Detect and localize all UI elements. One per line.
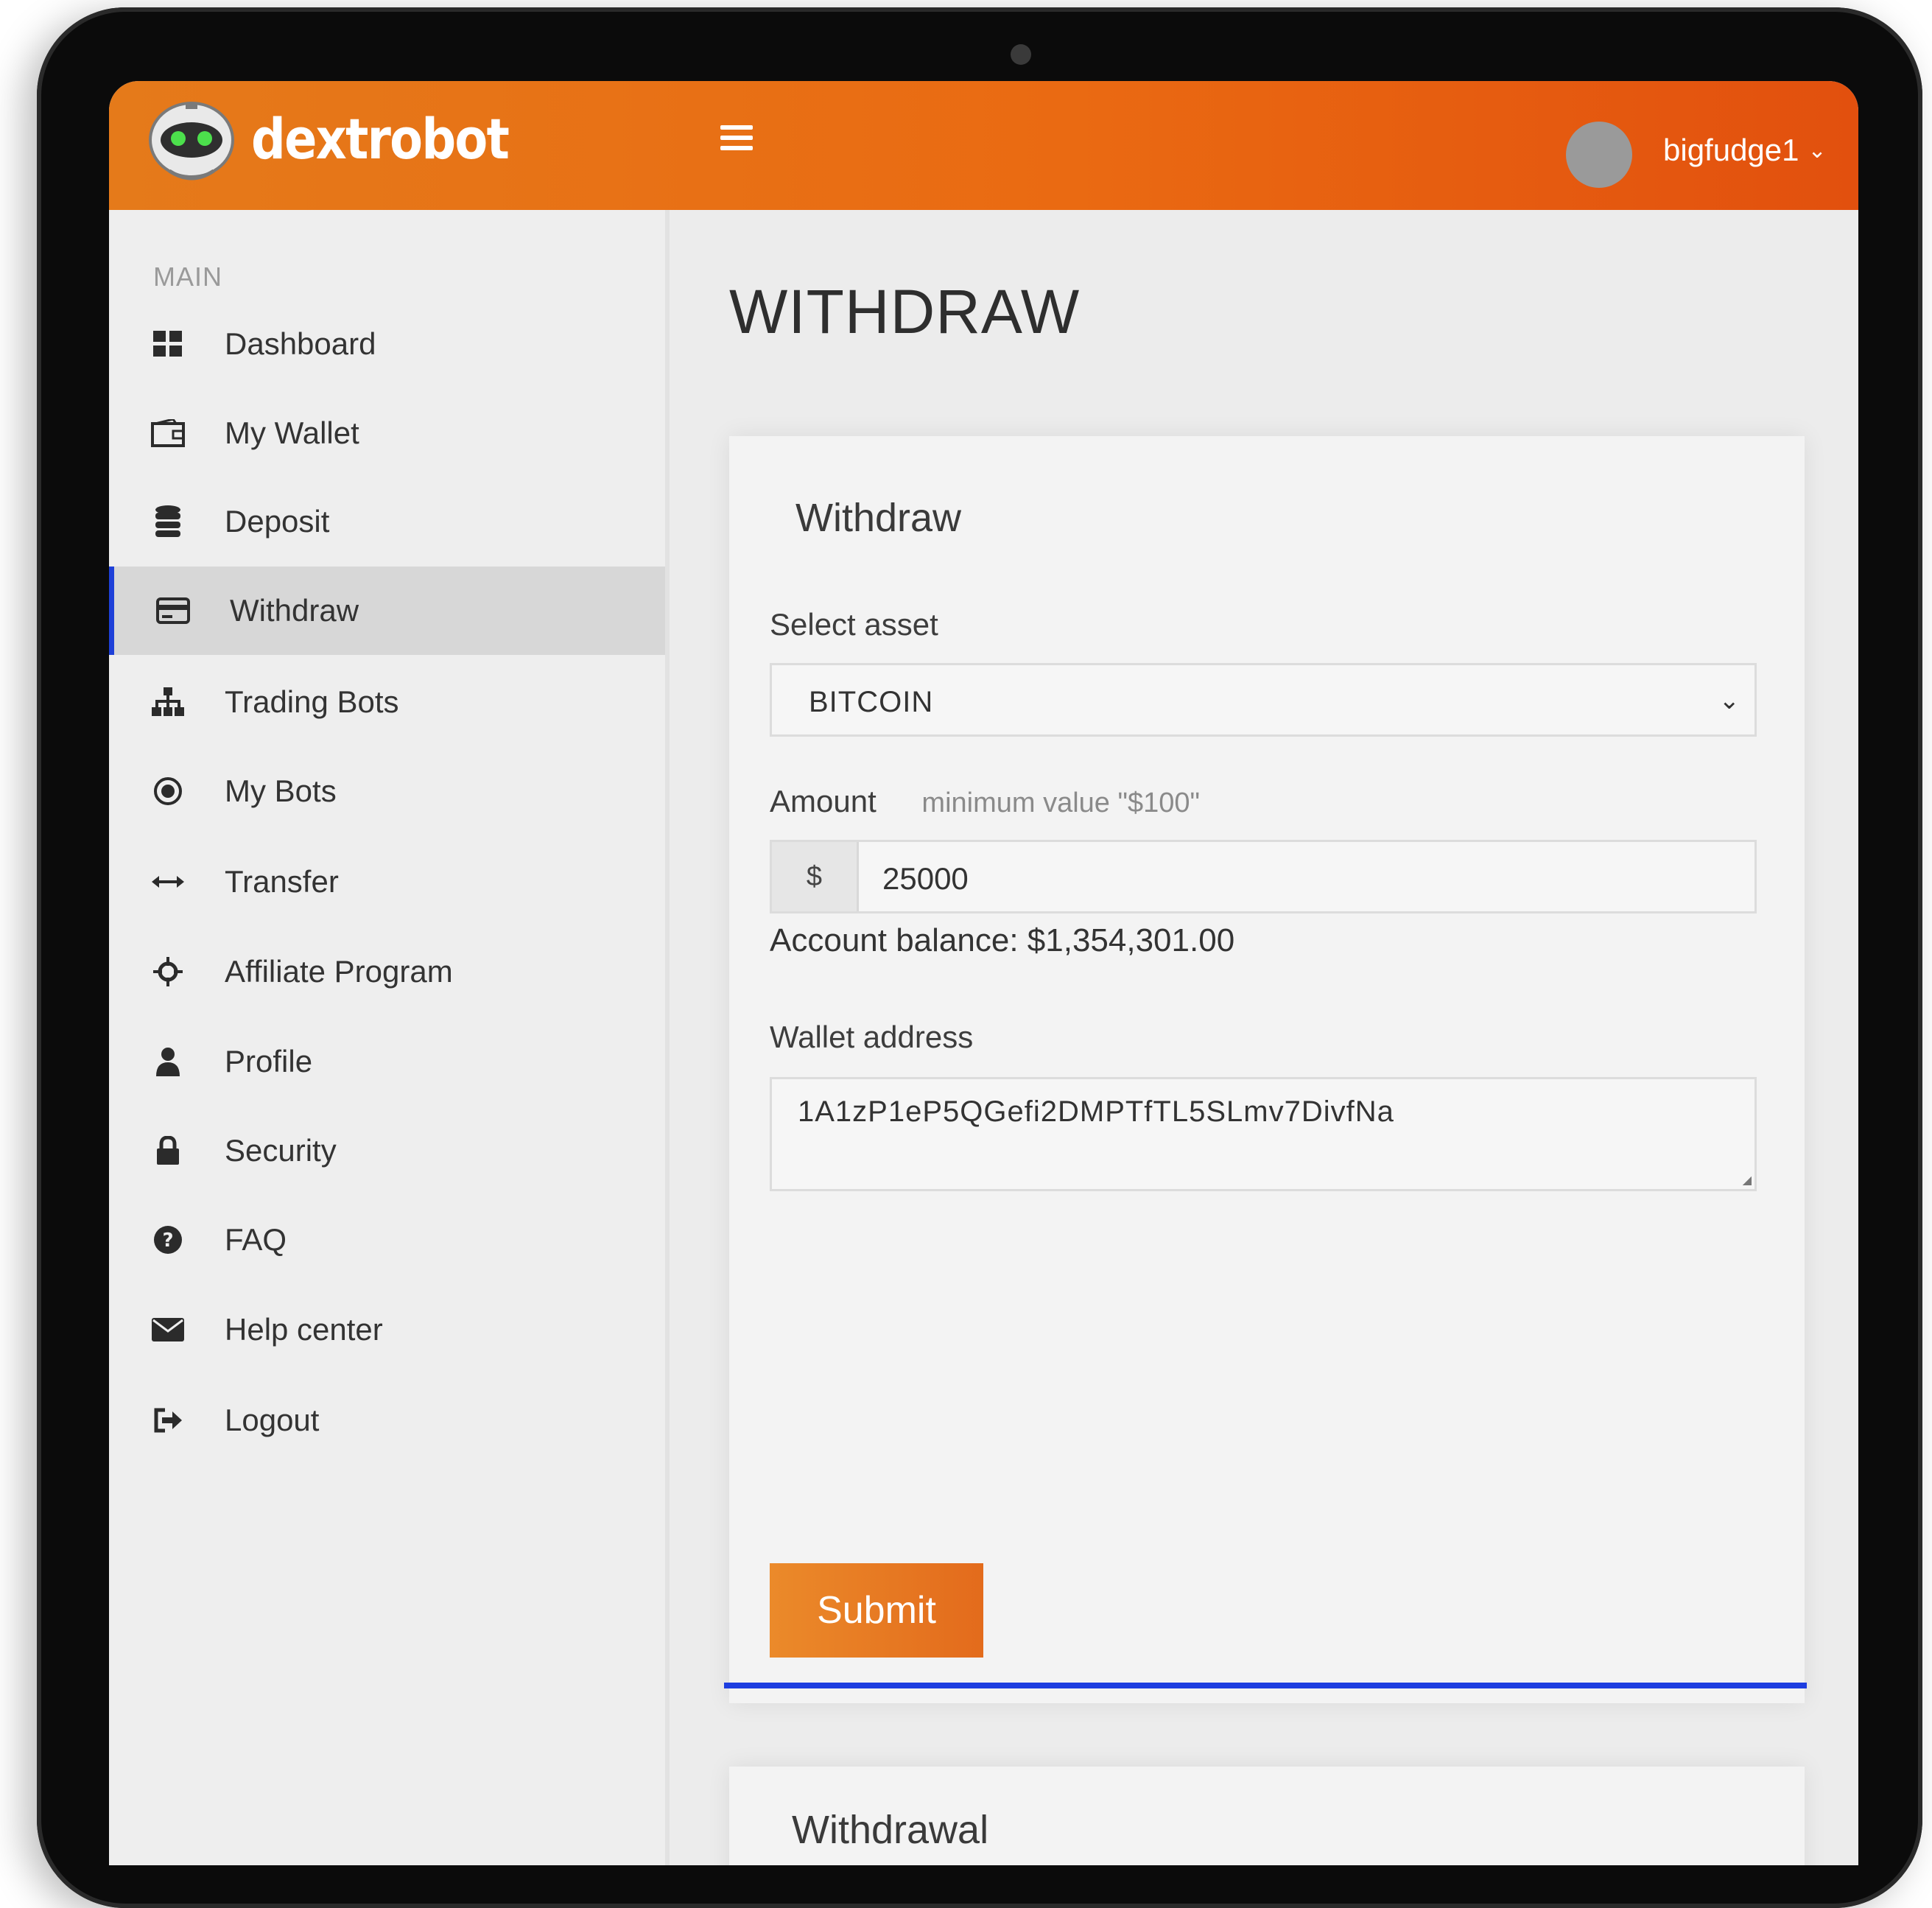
form-title: Withdraw bbox=[795, 496, 962, 540]
card-accent-line bbox=[724, 1683, 1807, 1688]
sidebar-item-label: Help center bbox=[225, 1312, 383, 1347]
withdrawal-history-title: Withdrawal bbox=[792, 1808, 989, 1852]
sidebar-item-logout[interactable]: Logout bbox=[109, 1376, 665, 1465]
asset-select[interactable]: BITCOIN ⌄ bbox=[770, 663, 1757, 737]
sitemap-icon bbox=[150, 684, 186, 720]
wallet-address-value: 1A1zP1eP5QGefi2DMPTfTL5SLmv7DivfNa bbox=[798, 1095, 1394, 1128]
asset-select-value: BITCOIN bbox=[809, 686, 934, 718]
menu-toggle-icon[interactable] bbox=[720, 125, 753, 155]
withdrawal-history-card: Withdrawal bbox=[729, 1767, 1805, 1865]
account-balance: Account balance: $1,354,301.00 bbox=[770, 922, 1235, 958]
sidebar-item-label: Logout bbox=[225, 1403, 320, 1437]
top-bar: dextrobot bigfudge1 ⌄ bbox=[109, 81, 1858, 210]
page-title: WITHDRAW bbox=[729, 277, 1081, 346]
resize-handle-icon[interactable]: ◢ bbox=[1743, 1173, 1752, 1188]
currency-addon: $ bbox=[772, 842, 859, 911]
wallet-icon bbox=[150, 415, 186, 452]
amount-input[interactable]: 25000 bbox=[882, 861, 969, 897]
crosshair-icon bbox=[150, 953, 186, 990]
sidebar-item-trading-bots[interactable]: Trading Bots bbox=[109, 658, 665, 746]
sidebar-item-help-center[interactable]: Help center bbox=[109, 1286, 665, 1374]
sidebar: MAIN Dashboard My Wallet Deposit Withdra… bbox=[109, 210, 670, 1865]
app-screen: dextrobot bigfudge1 ⌄ MAIN Dashboard My … bbox=[109, 81, 1858, 1865]
sidebar-item-label: FAQ bbox=[225, 1222, 287, 1257]
amount-hint: minimum value "$100" bbox=[921, 788, 1201, 818]
sidebar-item-faq[interactable]: ? FAQ bbox=[109, 1196, 665, 1284]
question-circle-icon: ? bbox=[150, 1221, 186, 1258]
lock-icon bbox=[150, 1132, 186, 1169]
credit-card-icon bbox=[155, 592, 192, 629]
chevron-down-icon: ⌄ bbox=[1808, 138, 1827, 163]
sidebar-item-withdraw[interactable]: Withdraw bbox=[109, 567, 665, 655]
sidebar-item-label: My Bots bbox=[225, 774, 337, 808]
camera-dot bbox=[1011, 44, 1031, 65]
asset-label: Select asset bbox=[770, 607, 938, 642]
sidebar-item-profile[interactable]: Profile bbox=[109, 1017, 665, 1106]
chevron-down-icon: ⌄ bbox=[1718, 687, 1740, 715]
avatar[interactable] bbox=[1566, 122, 1632, 188]
arrows-horizontal-icon bbox=[150, 863, 186, 900]
database-icon bbox=[150, 503, 186, 540]
sidebar-item-label: Transfer bbox=[225, 864, 339, 899]
submit-button[interactable]: Submit bbox=[770, 1563, 983, 1658]
sidebar-item-label: Trading Bots bbox=[225, 684, 399, 719]
user-menu[interactable]: bigfudge1 ⌄ bbox=[1663, 133, 1827, 168]
sidebar-item-label: Security bbox=[225, 1133, 337, 1168]
sidebar-item-label: Withdraw bbox=[230, 593, 359, 628]
username-label: bigfudge1 bbox=[1663, 133, 1799, 167]
sidebar-section-label: MAIN bbox=[153, 262, 222, 292]
wallet-address-field[interactable]: 1A1zP1eP5QGefi2DMPTfTL5SLmv7DivfNa ◢ bbox=[770, 1077, 1757, 1191]
withdraw-form-card: Withdraw Select asset BITCOIN ⌄ Amount m… bbox=[729, 436, 1805, 1703]
sidebar-item-label: Profile bbox=[225, 1044, 313, 1078]
sidebar-item-dashboard[interactable]: Dashboard bbox=[109, 300, 665, 388]
sidebar-item-security[interactable]: Security bbox=[109, 1106, 665, 1195]
robot-logo-icon[interactable] bbox=[147, 97, 236, 182]
sidebar-item-label: My Wallet bbox=[225, 415, 359, 450]
dashboard-icon bbox=[150, 326, 186, 362]
amount-label-row: Amount minimum value "$100" bbox=[770, 784, 1200, 819]
sign-out-icon bbox=[150, 1402, 186, 1439]
sidebar-item-affiliate-program[interactable]: Affiliate Program bbox=[109, 927, 665, 1016]
sidebar-item-my-bots[interactable]: My Bots bbox=[109, 747, 665, 835]
amount-label: Amount bbox=[770, 784, 877, 818]
sidebar-item-deposit[interactable]: Deposit bbox=[109, 477, 665, 566]
sidebar-item-label: Affiliate Program bbox=[225, 954, 453, 989]
amount-input-group: $ 25000 bbox=[770, 840, 1757, 913]
sidebar-item-label: Deposit bbox=[225, 504, 330, 539]
user-icon bbox=[150, 1043, 186, 1080]
svg-text:?: ? bbox=[162, 1230, 173, 1252]
sidebar-item-label: Dashboard bbox=[225, 326, 376, 361]
sidebar-item-transfer[interactable]: Transfer bbox=[109, 838, 665, 926]
brand-name[interactable]: dextrobot bbox=[251, 106, 510, 172]
sidebar-item-my-wallet[interactable]: My Wallet bbox=[109, 389, 665, 477]
envelope-icon bbox=[150, 1311, 186, 1348]
wallet-address-label: Wallet address bbox=[770, 1020, 974, 1054]
dot-circle-icon bbox=[150, 773, 186, 810]
